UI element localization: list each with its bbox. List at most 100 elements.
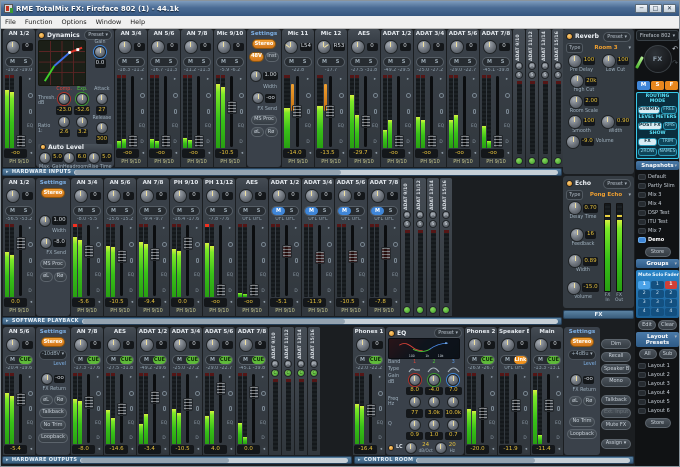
solo-button[interactable]: S bbox=[364, 58, 377, 66]
solo-button[interactable]: S bbox=[442, 220, 450, 228]
eq-indicator[interactable]: EQ bbox=[438, 125, 444, 129]
collapse-strip-icon[interactable]: ◂ bbox=[195, 446, 201, 453]
fader[interactable] bbox=[116, 373, 127, 444]
mute-button[interactable]: M bbox=[6, 58, 19, 66]
channel-label[interactable]: ADAT 7/8 bbox=[481, 30, 511, 38]
band3-freq-knob[interactable] bbox=[447, 396, 459, 408]
channel-label[interactable]: ADAT 9/10 bbox=[517, 31, 522, 61]
channel-label[interactable]: ADAT 5/6 bbox=[204, 328, 234, 336]
channel-label[interactable]: ADAT 13/14 bbox=[299, 329, 304, 359]
mute-button[interactable]: M bbox=[483, 58, 496, 66]
band2-q-knob[interactable] bbox=[428, 419, 440, 431]
dynamics-indicator[interactable]: D bbox=[195, 290, 198, 294]
eq-indicator[interactable]: EQ bbox=[172, 125, 178, 129]
channel-label[interactable]: Phones 2 bbox=[466, 328, 496, 336]
channel-label[interactable]: PH 11/12 bbox=[204, 179, 234, 187]
room-scale-knob[interactable] bbox=[569, 95, 583, 109]
pan-knob[interactable] bbox=[6, 189, 20, 203]
channel-label[interactable]: ADAT 13/14 bbox=[543, 31, 548, 61]
collapse-strip-icon[interactable]: ◂ bbox=[129, 446, 135, 453]
pan-knob[interactable] bbox=[140, 189, 154, 203]
band1-type-icon[interactable] bbox=[408, 367, 421, 373]
groups-header[interactable]: Groups▾ bbox=[636, 259, 679, 268]
control-room-scrollbar-thumb[interactable] bbox=[417, 458, 535, 463]
cue-button[interactable]: C bbox=[310, 369, 318, 377]
pan-knob[interactable] bbox=[468, 338, 482, 352]
talkback-dot-icon[interactable] bbox=[306, 93, 311, 98]
eq-indicator[interactable]: EQ bbox=[555, 422, 561, 426]
fader[interactable] bbox=[543, 373, 554, 444]
control-room-bar[interactable]: ▸ CONTROL ROOM bbox=[354, 456, 634, 464]
eq-indicator[interactable]: EQ bbox=[238, 125, 244, 129]
assign--button[interactable]: Assign ▾ bbox=[601, 439, 631, 449]
fader-cap[interactable] bbox=[16, 237, 26, 250]
reverb-enable-led[interactable] bbox=[566, 33, 573, 40]
solo-button[interactable]: S bbox=[384, 207, 397, 215]
collapse-strip-icon[interactable]: ◂ bbox=[239, 150, 245, 157]
width-knob[interactable] bbox=[250, 70, 262, 82]
mute-button[interactable]: M bbox=[297, 360, 305, 368]
dynamics-indicator[interactable]: D bbox=[228, 437, 231, 441]
eq-indicator[interactable]: EQ bbox=[27, 422, 33, 426]
solo-button[interactable]: S bbox=[351, 207, 364, 215]
pan-knob[interactable] bbox=[417, 40, 431, 54]
solo-button[interactable]: S bbox=[19, 207, 32, 215]
checkbox[interactable] bbox=[638, 201, 646, 207]
snapshots-store-button[interactable]: Store bbox=[645, 247, 671, 257]
dynamics-indicator[interactable]: D bbox=[472, 141, 475, 145]
mute-button[interactable]: M bbox=[501, 356, 514, 364]
mute-button[interactable]: M bbox=[310, 360, 318, 368]
eq-indicator[interactable]: EQ bbox=[489, 422, 495, 426]
mute-button[interactable]: M bbox=[403, 211, 411, 219]
channel-label[interactable]: Phones 1 bbox=[354, 328, 384, 336]
channel-label[interactable]: ADAT 7/8 bbox=[237, 328, 267, 336]
pan-knob[interactable] bbox=[239, 338, 253, 352]
solo-button[interactable]: S bbox=[528, 71, 536, 79]
pan-knob[interactable] bbox=[6, 40, 20, 54]
reverb-width-knob[interactable] bbox=[601, 115, 615, 129]
band1-freq-knob[interactable] bbox=[409, 396, 421, 408]
pan-knob[interactable] bbox=[184, 40, 198, 54]
fader[interactable] bbox=[492, 75, 503, 148]
fader-cap[interactable] bbox=[216, 382, 226, 395]
channel-label[interactable]: AN 7/8 bbox=[182, 30, 212, 38]
channel-label[interactable]: AN 3/4 bbox=[116, 30, 146, 38]
collapse-strip-icon[interactable]: ◂ bbox=[307, 150, 313, 157]
talkback-dot-icon[interactable] bbox=[360, 242, 365, 247]
dynamics-indicator[interactable]: D bbox=[261, 437, 264, 441]
eq-indicator[interactable]: EQ bbox=[522, 422, 528, 426]
dynamics-indicator[interactable]: D bbox=[129, 290, 132, 294]
submix-toggle[interactable]: SUBMIX bbox=[638, 106, 660, 115]
eq-indicator[interactable]: EQ bbox=[471, 125, 477, 129]
title-bar[interactable]: RME TotalMix FX: Fireface 802 (1) - 44.1… bbox=[1, 1, 679, 16]
talkback-dot-icon[interactable] bbox=[228, 391, 233, 396]
ext-input-button[interactable]: Ext. Input bbox=[601, 408, 631, 418]
cue-button[interactable]: C bbox=[297, 369, 305, 377]
band3-gain-knob[interactable] bbox=[447, 374, 459, 386]
collapse-strip-icon[interactable]: ◂ bbox=[261, 446, 267, 453]
talkback-dot-icon[interactable] bbox=[490, 391, 495, 396]
layouts-sub-button[interactable]: Sub bbox=[659, 349, 677, 359]
cue-button[interactable]: CUE bbox=[252, 356, 265, 364]
mute-button[interactable]: M bbox=[528, 62, 536, 70]
phase-left-button[interactable]: øL bbox=[40, 395, 53, 405]
feedback-knob[interactable] bbox=[570, 228, 584, 242]
channel-label[interactable]: ADAT 11/12 bbox=[530, 31, 535, 61]
menu-item-window[interactable]: Window bbox=[96, 18, 122, 26]
recall-button[interactable]: Recall bbox=[601, 352, 631, 362]
channel-label[interactable]: AES bbox=[237, 179, 267, 187]
eq-indicator[interactable]: EQ bbox=[205, 125, 211, 129]
fx-send-knob[interactable] bbox=[40, 237, 52, 249]
dynamics-indicator[interactable]: D bbox=[373, 141, 376, 145]
fader-cap[interactable] bbox=[16, 393, 26, 406]
fader-cap[interactable] bbox=[325, 105, 335, 118]
menu-item-help[interactable]: Help bbox=[130, 18, 145, 26]
stereo-button[interactable]: Stereo bbox=[252, 39, 277, 49]
fader[interactable] bbox=[360, 75, 371, 148]
pan-knob[interactable] bbox=[483, 40, 497, 54]
mute-button[interactable]: M bbox=[285, 58, 298, 66]
eq-indicator[interactable]: EQ bbox=[27, 274, 33, 278]
echo-type-value[interactable]: Pong Echo bbox=[585, 192, 626, 198]
talkback-dot-icon[interactable] bbox=[239, 93, 244, 98]
device-dropdown[interactable]: Fireface 802▾ bbox=[636, 30, 679, 41]
